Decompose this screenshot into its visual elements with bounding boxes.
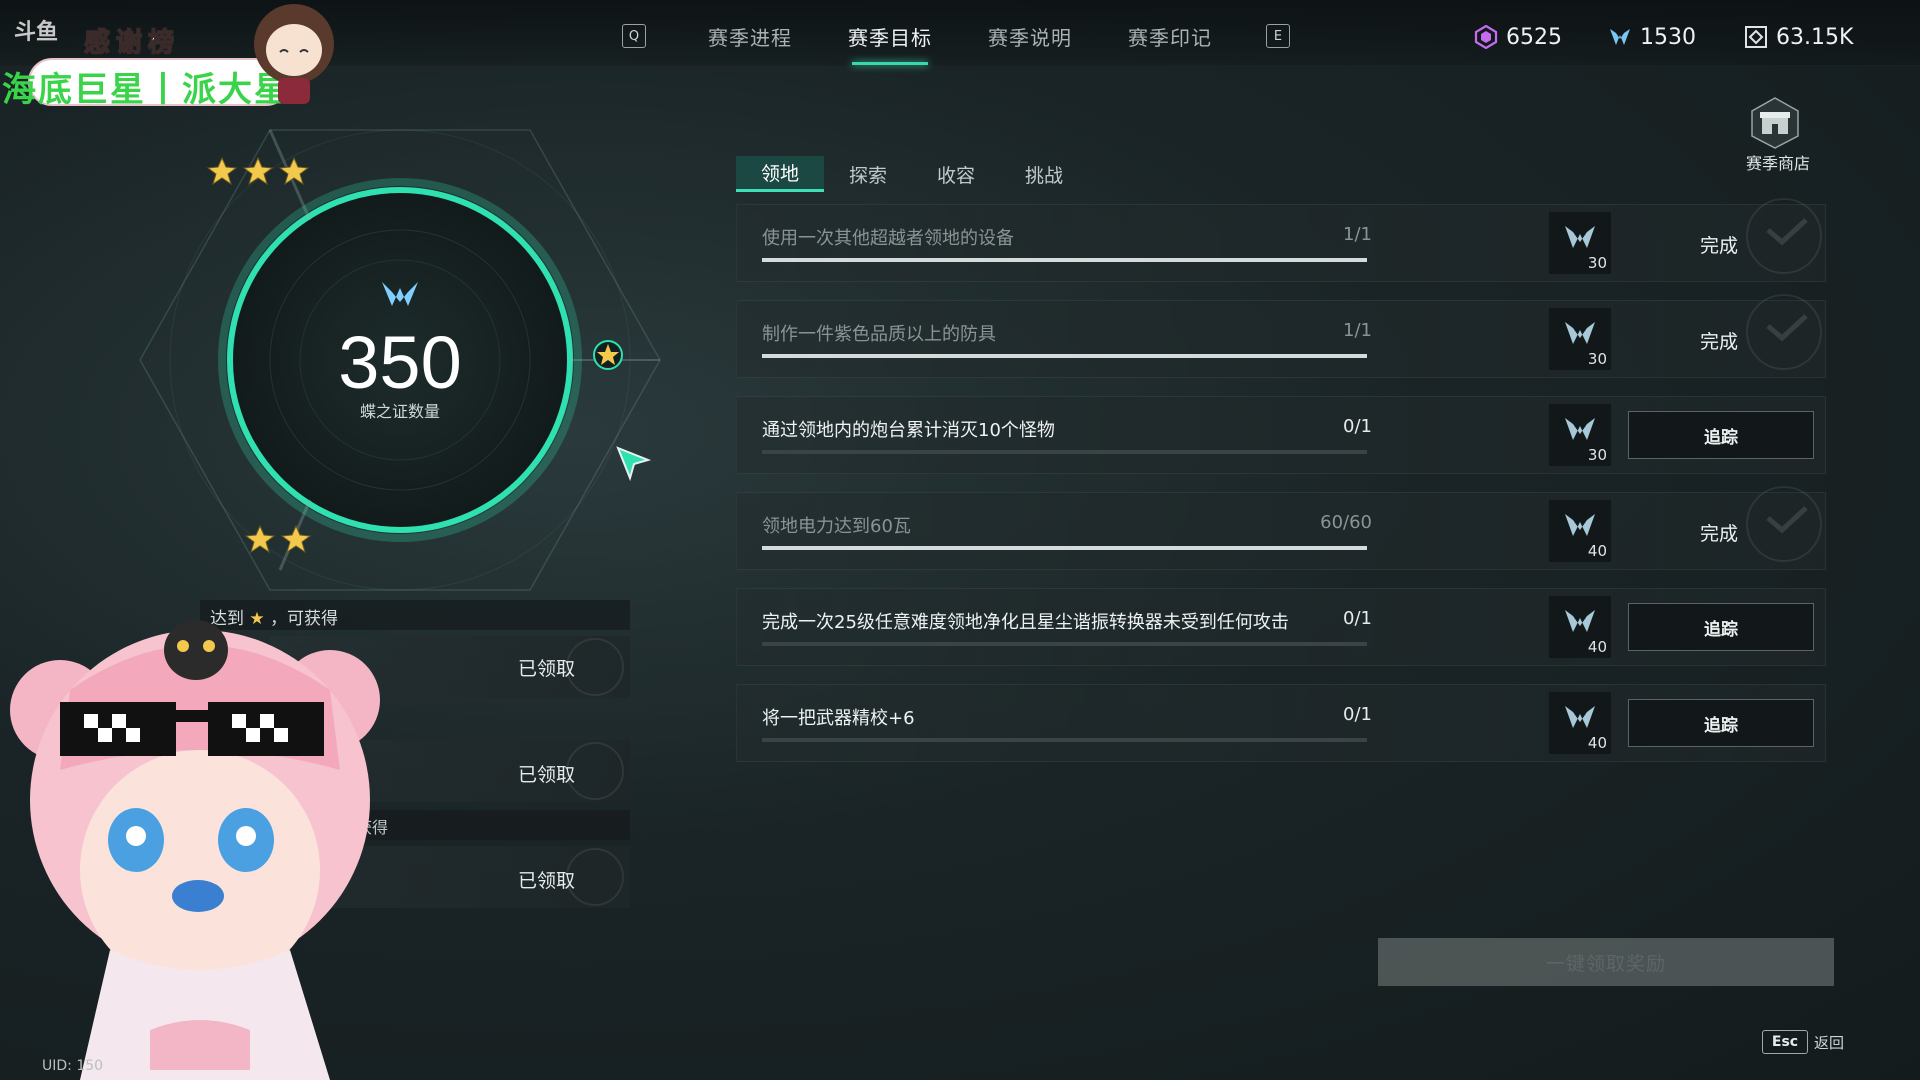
task-title: 制作一件紫色品质以上的防具 xyxy=(762,324,996,345)
tab-season-goals[interactable]: 赛季目标 xyxy=(840,18,940,54)
shop-icon[interactable] xyxy=(1748,96,1802,150)
task-reward: 30 xyxy=(1548,307,1612,371)
task-reward-amount: 40 xyxy=(1587,542,1607,560)
task-progress-text: 0/1 xyxy=(1343,704,1372,725)
tab-explore[interactable]: 探索 xyxy=(824,156,912,192)
tab-territory[interactable]: 领地 xyxy=(736,156,824,192)
thanks-title: 感谢榜 xyxy=(83,27,181,59)
tab-season-info[interactable]: 赛季说明 xyxy=(980,18,1080,54)
energy-amount: 63.15K xyxy=(1776,24,1854,50)
task-progress-text: 0/1 xyxy=(1343,416,1372,437)
task-reward-amount: 30 xyxy=(1587,350,1607,368)
task-progress-text: 1/1 xyxy=(1343,224,1372,245)
butterfly-mark-icon xyxy=(1565,706,1595,728)
task-title: 完成一次25级任意难度领地净化且星尘谐振转换器未受到任何攻击 xyxy=(762,612,1289,633)
energy-cube-icon xyxy=(1745,26,1767,48)
task-reward-amount: 40 xyxy=(1587,734,1607,752)
task-reward-amount: 40 xyxy=(1587,638,1607,656)
crystal-amount: 6525 xyxy=(1506,24,1562,50)
task-reward: 40 xyxy=(1548,595,1612,659)
task-title: 将一把武器精校+6 xyxy=(762,708,915,729)
currency-energy: 63.15K xyxy=(1744,22,1853,52)
task-reward: 40 xyxy=(1548,691,1612,755)
task-reward-amount: 30 xyxy=(1587,446,1607,464)
butterfly-mark-icon xyxy=(1565,418,1595,440)
mouse-cursor-icon xyxy=(616,446,652,482)
task-progress-fill xyxy=(762,546,1367,550)
completed-check-icon xyxy=(1746,294,1822,370)
task-progress-text: 0/1 xyxy=(1343,608,1372,629)
vtuber-avatar-icon xyxy=(10,620,380,1080)
chibi-avatar-icon xyxy=(254,4,334,104)
claimed-check-icon xyxy=(566,742,624,800)
task-reward: 30 xyxy=(1548,211,1612,275)
task-title: 领地电力达到60瓦 xyxy=(762,516,911,537)
task-progress-text: 1/1 xyxy=(1343,320,1372,341)
currency-crystal: 6525 xyxy=(1474,22,1562,52)
task-reward: 40 xyxy=(1548,499,1612,563)
track-task-button[interactable]: 追踪 xyxy=(1628,699,1814,747)
butterfly-mark-icon xyxy=(1565,322,1595,344)
tab-season-progress[interactable]: 赛季进程 xyxy=(700,18,800,54)
back-label[interactable]: 返回 xyxy=(1814,1032,1844,1053)
player-uid: UID: 150 xyxy=(42,1058,104,1074)
esc-key-hint[interactable]: Esc xyxy=(1762,1030,1808,1054)
prev-tab-key-hint[interactable]: Q xyxy=(622,24,646,48)
tab-challenge[interactable]: 挑战 xyxy=(1000,156,1088,192)
claimed-check-icon xyxy=(566,848,624,906)
butterfly-mark-icon xyxy=(1565,610,1595,632)
next-tab-key-hint[interactable]: E xyxy=(1266,24,1290,48)
tab-season-mark[interactable]: 赛季印记 xyxy=(1120,18,1220,54)
completed-check-icon xyxy=(1746,486,1822,562)
task-progress-bar xyxy=(762,738,1367,742)
task-progress-bar xyxy=(762,450,1367,454)
task-progress-bar xyxy=(762,642,1367,646)
task-complete-status: 完成 xyxy=(1700,331,1739,353)
task-complete-status: 完成 xyxy=(1700,523,1739,545)
tier-one-star-icon xyxy=(593,340,623,370)
currency-butterfly: 1530 xyxy=(1608,22,1696,52)
tab-containment[interactable]: 收容 xyxy=(912,156,1000,192)
task-complete-status: 完成 xyxy=(1700,235,1739,257)
task-progress-bar xyxy=(762,258,1367,262)
track-task-button[interactable]: 追踪 xyxy=(1628,411,1814,459)
claim-all-rewards-button[interactable]: 一键领取奖励 xyxy=(1378,938,1834,986)
butterfly-count-label: 蝶之证数量 xyxy=(359,402,440,421)
tier-three-stars-icon xyxy=(206,156,310,186)
claimed-check-icon xyxy=(566,638,624,696)
task-progress-bar xyxy=(762,354,1367,358)
butterfly-mark-icon xyxy=(1565,226,1595,248)
butterfly-mark-icon xyxy=(1565,514,1595,536)
task-progress-fill xyxy=(762,258,1367,262)
active-tab-indicator xyxy=(852,62,928,65)
butterfly-count-value: 350 xyxy=(338,321,462,404)
task-title: 使用一次其他超越者领地的设备 xyxy=(762,228,1014,249)
task-progress-bar xyxy=(762,546,1367,550)
task-title: 通过领地内的炮台累计消灭10个怪物 xyxy=(762,420,1055,441)
season-shop-button[interactable]: 赛季商店 xyxy=(1738,150,1818,174)
track-task-button[interactable]: 追踪 xyxy=(1628,603,1814,651)
task-reward: 30 xyxy=(1548,403,1612,467)
task-progress-text: 60/60 xyxy=(1320,512,1372,533)
task-reward-amount: 30 xyxy=(1587,254,1607,272)
butterfly-mark-icon xyxy=(1610,29,1630,45)
tier-two-stars-icon xyxy=(244,524,312,554)
task-progress-fill xyxy=(762,354,1367,358)
crystal-icon xyxy=(1474,25,1498,49)
completed-check-icon xyxy=(1746,198,1822,274)
butterfly-amount: 1530 xyxy=(1640,24,1696,50)
stream-platform-logo: 斗鱼 xyxy=(14,20,59,45)
